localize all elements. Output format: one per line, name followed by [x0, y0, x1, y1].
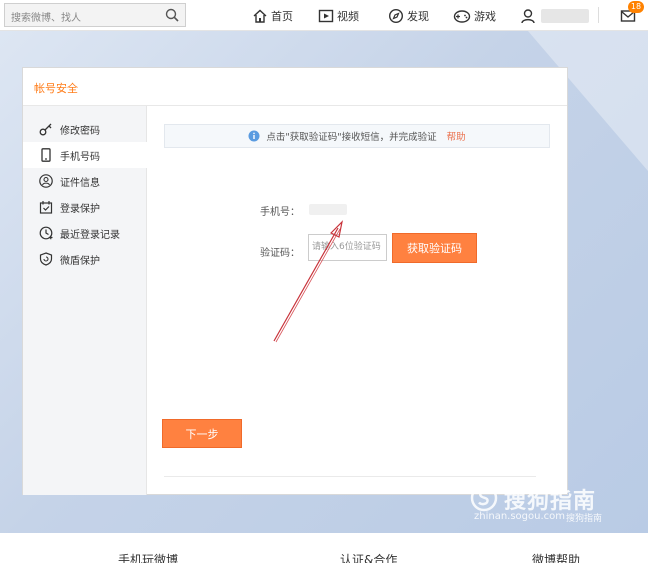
next-step-button[interactable]: 下一步	[162, 419, 242, 448]
sidebar-item-label: 最近登录记录	[60, 229, 120, 241]
footer-link-help[interactable]: 微博帮助	[532, 551, 580, 563]
notice-text: 点击"获取验证码"接收短信，并完成验证	[266, 132, 437, 143]
info-icon	[248, 130, 260, 142]
id-card-icon	[39, 174, 53, 188]
nav-home-label: 首页	[271, 9, 293, 23]
phone-icon	[39, 148, 53, 162]
sidebar-item-label: 登录保护	[60, 203, 100, 215]
sogou-logo-icon	[470, 484, 498, 512]
nav-game[interactable]: 游戏	[453, 0, 496, 31]
search-box[interactable]: 搜索微博、找人	[4, 3, 186, 27]
key-icon	[39, 122, 53, 136]
shield-icon	[39, 252, 53, 266]
home-icon	[253, 9, 267, 23]
nav-divider	[598, 7, 599, 23]
phone-number-masked	[309, 204, 347, 215]
footer-link-mobile[interactable]: 手机玩微博	[118, 551, 178, 563]
sidebar-item-login-protection[interactable]: 登录保护	[23, 194, 147, 220]
sidebar-item-label: 手机号码	[60, 151, 100, 163]
watermark-sub: 搜狗指南	[566, 514, 603, 524]
nav-video-label: 视频	[337, 9, 359, 23]
verification-notice: 点击"获取验证码"接收短信，并完成验证 帮助	[164, 124, 550, 148]
nav-game-label: 游戏	[474, 9, 496, 23]
login-protect-icon	[39, 200, 53, 214]
video-icon	[318, 9, 334, 22]
footer-link-cooperation[interactable]: 认证&合作	[340, 551, 397, 563]
sidebar-item-id-info[interactable]: 证件信息	[23, 168, 147, 194]
sidebar-item-recent-logins[interactable]: 最近登录记录	[23, 220, 147, 246]
top-navigation-bar: 搜索微博、找人 首页 视频 发现 游戏 18	[0, 0, 648, 31]
watermark-url: zhinan.sogou.com	[474, 511, 566, 522]
help-link[interactable]: 帮助	[447, 129, 466, 143]
phone-label: 手机号：	[260, 207, 300, 218]
recent-login-icon	[39, 226, 53, 240]
user-icon	[521, 8, 535, 23]
sidebar-item-weidun-protection[interactable]: 微盾保护	[23, 246, 147, 272]
sidebar-item-label: 证件信息	[60, 177, 100, 189]
nav-video[interactable]: 视频	[318, 0, 359, 31]
sidebar-item-label: 修改密码	[60, 125, 100, 137]
security-sidebar: 修改密码 手机号码 证件信息 登录保护 最近登录记录 微盾保护	[23, 106, 148, 495]
nav-home[interactable]: 首页	[252, 0, 293, 31]
account-security-dialog: 帐号安全 修改密码 手机号码 证件信息 登录保护 最近登录记录 微盾保护 点击"…	[22, 67, 568, 495]
search-input[interactable]: 搜索微博、找人	[11, 9, 81, 24]
get-code-button[interactable]: 获取验证码	[392, 233, 477, 263]
page-footer: 手机玩微博 认证&合作 微博帮助	[0, 533, 648, 563]
username-masked	[541, 8, 589, 23]
sidebar-item-phone-number[interactable]: 手机号码	[23, 142, 148, 168]
dialog-header: 帐号安全	[23, 68, 567, 106]
message-count-badge: 18	[628, 1, 644, 13]
form-divider	[164, 476, 536, 477]
nav-user[interactable]	[520, 0, 589, 31]
gamepad-icon	[453, 9, 471, 23]
sidebar-item-label: 微盾保护	[60, 255, 100, 267]
compass-icon	[388, 8, 404, 23]
search-icon[interactable]	[165, 8, 179, 22]
sidebar-item-change-password[interactable]: 修改密码	[23, 116, 147, 142]
nav-discover[interactable]: 发现	[388, 0, 429, 31]
dialog-title: 帐号安全	[34, 82, 78, 95]
verification-code-input[interactable]: 请输入6位验证码	[308, 234, 387, 261]
code-label: 验证码：	[260, 248, 300, 259]
nav-discover-label: 发现	[407, 9, 429, 23]
